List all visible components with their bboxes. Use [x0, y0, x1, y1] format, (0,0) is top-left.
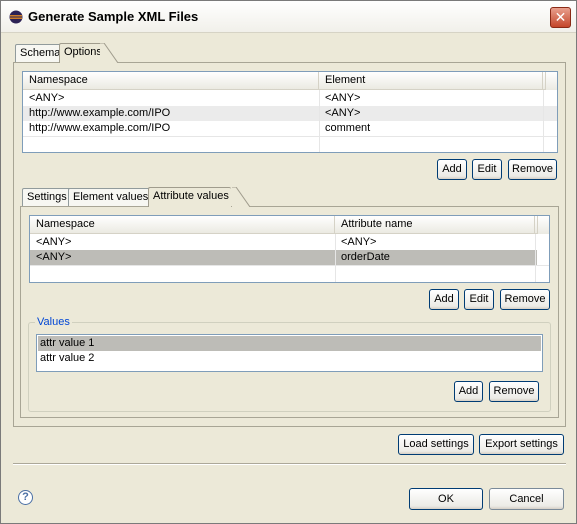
tab-options[interactable]: Options	[59, 43, 104, 63]
attributes-table[interactable]: Namespace Attribute name <ANY> <ANY> <AN…	[29, 215, 550, 283]
table-row-selected[interactable]: <ANY> orderDate	[30, 250, 537, 265]
export-settings-button[interactable]: Export settings	[479, 434, 564, 455]
list-item-selected[interactable]: attr value 1	[38, 336, 541, 351]
dialog-window: Generate Sample XML Files ✕ Schema Optio…	[0, 0, 577, 524]
help-glyph: ?	[22, 491, 29, 503]
tab-settings[interactable]: Settings	[22, 188, 72, 206]
options-panel: Namespace Element <ANY> <ANY> http://www…	[13, 62, 566, 427]
column-header-namespace[interactable]: Namespace	[30, 216, 335, 234]
element-cell: <ANY>	[325, 107, 361, 119]
close-button[interactable]: ✕	[550, 7, 571, 28]
tab-schema[interactable]: Schema	[15, 44, 66, 62]
attribute-values-panel: Namespace Attribute name <ANY> <ANY> <AN…	[20, 206, 559, 418]
dialog-title: Generate Sample XML Files	[28, 9, 199, 24]
grid-line	[543, 90, 544, 152]
namespace-cell: <ANY>	[36, 236, 72, 248]
add-element-button[interactable]: Add	[437, 159, 467, 180]
namespace-cell: http://www.example.com/IPO	[29, 122, 171, 134]
grid-line	[535, 234, 536, 282]
edit-element-button[interactable]: Edit	[472, 159, 502, 180]
remove-attribute-button[interactable]: Remove	[500, 289, 550, 310]
grid-line	[23, 136, 557, 137]
values-group-label: Values	[35, 316, 72, 328]
table-row[interactable]: <ANY> <ANY>	[30, 235, 549, 250]
header-corner	[545, 72, 557, 90]
edit-attribute-button[interactable]: Edit	[464, 289, 494, 310]
help-icon[interactable]: ?	[18, 490, 33, 505]
namespace-cell: <ANY>	[29, 92, 65, 104]
tab-label: Schema	[20, 47, 61, 59]
table-header: Namespace Element	[23, 72, 557, 90]
tab-label: Settings	[27, 191, 67, 203]
footer-separator	[13, 463, 566, 465]
cancel-button[interactable]: Cancel	[489, 488, 564, 510]
namespace-cell: http://www.example.com/IPO	[29, 107, 171, 119]
add-value-button[interactable]: Add	[454, 381, 483, 402]
tab-attribute-values[interactable]: Attribute values	[148, 187, 231, 207]
value-text: attr value 2	[40, 352, 95, 364]
namespace-cell: <ANY>	[36, 251, 72, 263]
table-row[interactable]: <ANY> <ANY>	[23, 91, 557, 106]
value-text: attr value 1	[40, 337, 95, 349]
table-header: Namespace Attribute name	[30, 216, 549, 234]
tab-label: Options	[64, 46, 102, 58]
remove-value-button[interactable]: Remove	[489, 381, 539, 402]
column-header-namespace[interactable]: Namespace	[23, 72, 319, 90]
ok-button[interactable]: OK	[409, 488, 483, 510]
tab-element-values[interactable]: Element values	[68, 188, 154, 206]
title-bar: Generate Sample XML Files ✕	[1, 1, 576, 33]
list-item[interactable]: attr value 2	[38, 351, 541, 366]
grid-line	[30, 265, 549, 266]
tab-options-edge	[100, 43, 118, 63]
close-icon: ✕	[554, 9, 567, 25]
grid-line	[319, 90, 320, 152]
grid-line	[335, 234, 336, 282]
add-attribute-button[interactable]: Add	[429, 289, 459, 310]
values-list[interactable]: attr value 1 attr value 2	[36, 334, 543, 372]
tab-label: Element values	[73, 191, 149, 203]
table-row[interactable]: http://www.example.com/IPO comment	[23, 121, 557, 136]
column-header-attribute-name[interactable]: Attribute name	[335, 216, 535, 234]
elements-table[interactable]: Namespace Element <ANY> <ANY> http://www…	[22, 71, 558, 153]
header-corner	[537, 216, 549, 234]
element-cell: comment	[325, 122, 371, 134]
eclipse-logo-icon	[9, 10, 23, 24]
table-row[interactable]: http://www.example.com/IPO <ANY>	[23, 106, 557, 121]
load-settings-button[interactable]: Load settings	[398, 434, 474, 455]
remove-element-button[interactable]: Remove	[508, 159, 557, 180]
element-cell: <ANY>	[325, 92, 361, 104]
attribute-name-cell: <ANY>	[341, 236, 377, 248]
tab-label: Attribute values	[153, 190, 229, 202]
tab-attribute-values-edge	[232, 187, 250, 207]
column-header-element[interactable]: Element	[319, 72, 543, 90]
attribute-name-cell: orderDate	[341, 251, 390, 263]
